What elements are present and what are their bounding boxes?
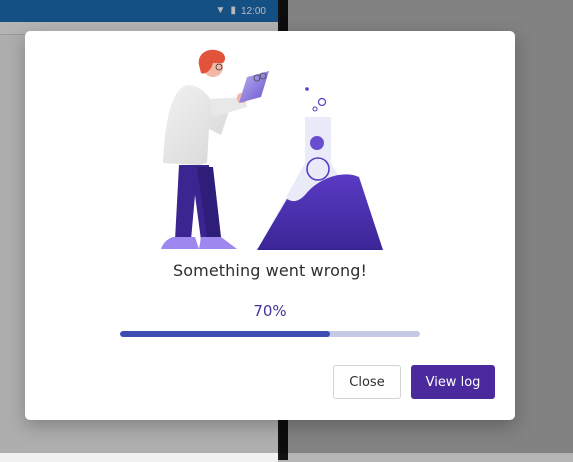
scientist-figure <box>161 49 269 249</box>
error-message: Something went wrong! <box>173 261 367 280</box>
progress-bar-fill <box>120 331 330 337</box>
view-log-button[interactable]: View log <box>411 365 495 399</box>
error-dialog: Something went wrong! 70% Close View log <box>25 31 515 420</box>
scientist-with-flask-illustration <box>161 49 383 250</box>
progress-bar <box>120 331 420 337</box>
close-button[interactable]: Close <box>333 365 401 399</box>
progress-percent-label: 70% <box>253 302 287 320</box>
flask-icon <box>257 87 383 250</box>
